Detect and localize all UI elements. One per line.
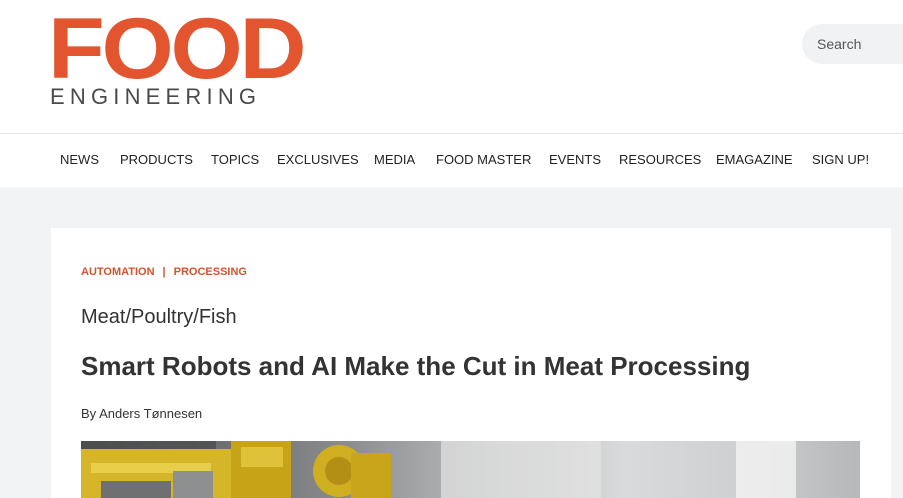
article-title: Smart Robots and AI Make the Cut in Meat… bbox=[81, 351, 751, 381]
robot-arm-illustration bbox=[81, 441, 796, 498]
search-placeholder: Search bbox=[817, 36, 862, 52]
article-card: AUTOMATION | PROCESSING Meat/Poultry/Fish … bbox=[51, 228, 891, 498]
nav-item-media[interactable]: MEDIA bbox=[374, 152, 415, 167]
search-input[interactable]: Search bbox=[802, 24, 903, 64]
category-separator: | bbox=[162, 266, 166, 278]
article-hero-image bbox=[81, 441, 860, 498]
article-byline: By Anders Tønnesen bbox=[81, 406, 203, 421]
nav-item-exclusives[interactable]: EXCLUSIVES bbox=[277, 152, 359, 167]
nav-item-emagazine[interactable]: EMAGAZINE bbox=[716, 152, 793, 167]
nav-item-topics[interactable]: TOPICS bbox=[211, 152, 259, 167]
nav-item-news[interactable]: NEWS bbox=[60, 152, 99, 167]
main-nav: NEWS PRODUCTS TOPICS EXCLUSIVES MEDIA FO… bbox=[0, 134, 903, 187]
category-link-automation[interactable]: AUTOMATION bbox=[81, 266, 155, 278]
nav-item-resources[interactable]: RESOURCES bbox=[619, 152, 701, 167]
article-kicker: Meat/Poultry/Fish bbox=[81, 306, 237, 328]
nav-item-sign-up[interactable]: SIGN UP! bbox=[812, 152, 869, 167]
nav-item-food-master[interactable]: FOOD MASTER bbox=[436, 152, 531, 167]
nav-item-products[interactable]: PRODUCTS bbox=[120, 152, 193, 167]
article-categories: AUTOMATION | PROCESSING bbox=[81, 266, 247, 278]
logo-engineering-text: ENGINEERING bbox=[50, 84, 262, 109]
logo-food-text: FOOD bbox=[48, 1, 307, 97]
nav-item-events[interactable]: EVENTS bbox=[549, 152, 601, 167]
site-header: FOOD ENGINEERING Search bbox=[0, 0, 903, 134]
category-link-processing[interactable]: PROCESSING bbox=[174, 266, 247, 278]
site-logo[interactable]: FOOD ENGINEERING bbox=[48, 1, 312, 110]
